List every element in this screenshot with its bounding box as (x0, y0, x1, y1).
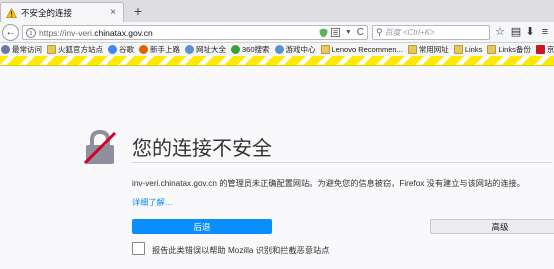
bookmark-label: Links备份 (498, 45, 531, 54)
url-domain: chinatax.gov.cn (94, 27, 153, 38)
bookmark-label: 火狐官方站点 (58, 45, 103, 54)
folder-icon (487, 45, 497, 54)
report-checkbox-label: 报告此类错误以帮助 Mozilla 识别和拦截恶意站点 (152, 246, 330, 255)
bookmark-label: 京东商城 (546, 45, 554, 54)
folder-icon (47, 45, 56, 54)
go-back-button[interactable]: 后退 (132, 219, 272, 234)
bookmark-label: 游戏中心 (285, 45, 316, 54)
bookmark-item[interactable]: 360搜索 (231, 44, 270, 55)
url-bar[interactable]: i https://inv-veri.chinatax.gov.cn ▼ C (22, 25, 368, 40)
tab-title: 不安全的连接 (21, 7, 73, 18)
reload-icon[interactable]: C (357, 27, 364, 38)
reader-view-icon[interactable] (330, 28, 340, 37)
bookmark-label: 新手上路 (150, 45, 180, 54)
bookmark-item[interactable]: Links (453, 45, 483, 54)
tab-close-icon[interactable]: × (108, 7, 118, 18)
bookmarks-toolbar: 最常访问 火狐官方站点 谷歌 新手上路 网址大全 360搜索 游戏中心 Lenovo Reco… (0, 43, 554, 56)
title-divider (132, 162, 552, 163)
error-description: inv-veri.chinatax.gov.cn 的管理员未正确配置网站。为避免… (132, 179, 525, 188)
new-tab-button[interactable]: + (130, 3, 146, 19)
folder-icon (407, 45, 417, 54)
site-info-icon[interactable]: i (26, 27, 36, 38)
learn-more-link[interactable]: 详细了解… (132, 196, 173, 208)
reading-list-icon[interactable]: ▤ (510, 26, 522, 38)
search-input[interactable] (384, 28, 477, 37)
page-title: 您的连接不安全 (132, 138, 272, 160)
warning-icon (6, 7, 17, 18)
url-prefix: https://inv-veri. (39, 27, 95, 38)
bookmark-label: 网址大全 (196, 45, 226, 54)
back-button[interactable]: ← (2, 24, 19, 41)
bookmark-label: 谷歌 (119, 45, 134, 54)
bookmark-item[interactable]: 游戏中心 (274, 44, 316, 55)
bookmark-label: Links (464, 45, 483, 54)
bookmark-label: 常用网址 (418, 45, 449, 54)
globe-icon (185, 45, 194, 54)
bookmark-item[interactable]: 网址大全 (185, 44, 226, 55)
url-text[interactable]: https://inv-veri.chinatax.gov.cn (39, 28, 315, 38)
globe-icon (274, 45, 284, 54)
search-icon: ⚲ (376, 27, 383, 37)
bookmark-label: Lenovo Recommen... (331, 45, 403, 54)
bookmark-item[interactable]: 火狐官方站点 (47, 44, 103, 55)
warning-stripe (0, 56, 554, 66)
bookmark-item[interactable]: 常用网址 (407, 44, 449, 55)
bookmark-item[interactable]: Lenovo Recommen... (320, 45, 403, 54)
tab-strip: 不安全的连接 × + (0, 0, 554, 22)
chevron-down-icon[interactable]: ▼ (345, 29, 352, 36)
bookmark-item[interactable]: 最常访问 (1, 44, 42, 55)
bookmark-item[interactable]: Links备份 (487, 44, 531, 55)
bookmark-item[interactable]: 谷歌 (108, 44, 134, 55)
g-icon (108, 45, 117, 54)
search-bar[interactable]: ⚲ (372, 25, 490, 40)
error-page (0, 66, 554, 269)
report-checkbox[interactable] (132, 242, 145, 255)
s360-icon (231, 45, 240, 54)
tab-insecure-connection[interactable]: 不安全的连接 × (0, 2, 124, 22)
shield-icon[interactable] (319, 28, 328, 38)
advanced-button[interactable]: 高级 (430, 219, 554, 234)
ff-icon (139, 45, 148, 54)
bookmark-label: 最常访问 (12, 45, 42, 54)
folder-icon (453, 45, 463, 54)
folder-icon (320, 45, 330, 54)
bookmark-star-icon[interactable]: ☆ (494, 26, 506, 38)
bookmark-item[interactable]: 新手上路 (139, 44, 180, 55)
menu-icon[interactable]: ≡ (539, 26, 551, 38)
broken-lock-icon (83, 129, 117, 165)
back-arrow-icon: ← (5, 27, 16, 38)
gear-icon (1, 45, 10, 54)
bookmark-item[interactable]: 京东商城 (535, 44, 554, 55)
navigation-toolbar: ← i https://inv-veri.chinatax.gov.cn ▼ C… (0, 22, 554, 43)
download-icon[interactable]: ⬇ (524, 26, 536, 38)
bookmark-label: 360搜索 (242, 45, 270, 54)
jd-icon (535, 45, 545, 54)
